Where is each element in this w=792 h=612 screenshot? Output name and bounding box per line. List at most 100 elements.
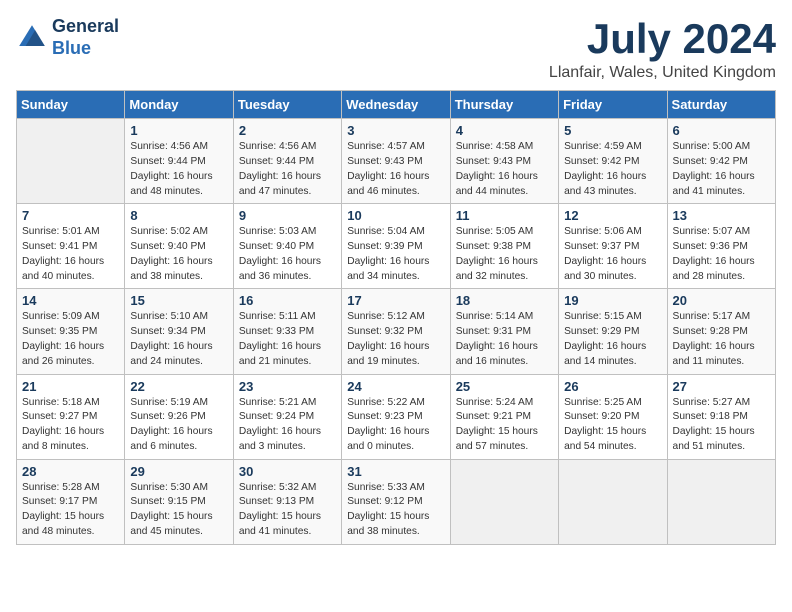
- calendar-day-cell: 3 Sunrise: 4:57 AMSunset: 9:43 PMDaylight…: [342, 119, 450, 204]
- day-number: 18: [456, 293, 553, 308]
- weekday-header: Thursday: [450, 91, 558, 119]
- day-number: 24: [347, 379, 444, 394]
- day-number: 8: [130, 208, 227, 223]
- calendar-day-cell: 18 Sunrise: 5:14 AMSunset: 9:31 PMDayligh…: [450, 289, 558, 374]
- calendar-week-row: 1Sunrise: 4:56 AMSunset: 9:44 PMDaylight…: [17, 119, 776, 204]
- calendar-day-cell: 10 Sunrise: 5:04 AMSunset: 9:39 PMDayligh…: [342, 204, 450, 289]
- day-number: 20: [673, 293, 770, 308]
- calendar-day-cell: 29Sunrise: 5:30 AMSunset: 9:15 PMDayligh…: [125, 459, 233, 544]
- day-number: 28: [22, 464, 119, 479]
- day-info: Sunrise: 5:17 AMSunset: 9:28 PMDaylight:…: [673, 310, 770, 369]
- logo-icon: [16, 22, 48, 54]
- calendar-day-cell: 27Sunrise: 5:27 AMSunset: 9:18 PMDayligh…: [667, 374, 775, 459]
- calendar-day-cell: 11 Sunrise: 5:05 AMSunset: 9:38 PMDayligh…: [450, 204, 558, 289]
- calendar-day-cell: 23 Sunrise: 5:21 AMSunset: 9:24 PMDayligh…: [233, 374, 341, 459]
- day-number: 23: [239, 379, 336, 394]
- calendar-day-cell: [450, 459, 558, 544]
- calendar-day-cell: 20 Sunrise: 5:17 AMSunset: 9:28 PMDayligh…: [667, 289, 775, 374]
- day-number: 5: [564, 123, 661, 138]
- day-number: 13: [673, 208, 770, 223]
- day-info: Sunrise: 5:06 AMSunset: 9:37 PMDaylight:…: [564, 225, 661, 284]
- day-info: Sunrise: 5:14 AMSunset: 9:31 PMDaylight:…: [456, 310, 553, 369]
- day-number: 12: [564, 208, 661, 223]
- day-info: Sunrise: 5:05 AMSunset: 9:38 PMDaylight:…: [456, 225, 553, 284]
- day-number: 31: [347, 464, 444, 479]
- weekday-header: Monday: [125, 91, 233, 119]
- day-info: Sunrise: 5:11 AMSunset: 9:33 PMDaylight:…: [239, 310, 336, 369]
- day-number: 19: [564, 293, 661, 308]
- day-number: 4: [456, 123, 553, 138]
- day-info: Sunrise: 4:57 AMSunset: 9:43 PMDaylight:…: [347, 140, 444, 199]
- day-number: 7: [22, 208, 119, 223]
- day-info: Sunrise: 5:01 AMSunset: 9:41 PMDaylight:…: [22, 225, 119, 284]
- day-info: Sunrise: 4:56 AMSunset: 9:44 PMDaylight:…: [130, 140, 227, 199]
- calendar-day-cell: 1Sunrise: 4:56 AMSunset: 9:44 PMDaylight…: [125, 119, 233, 204]
- day-info: Sunrise: 4:58 AMSunset: 9:43 PMDaylight:…: [456, 140, 553, 199]
- calendar-table: SundayMondayTuesdayWednesdayThursdayFrid…: [16, 90, 776, 545]
- weekday-header: Sunday: [17, 91, 125, 119]
- logo-line1: General: [52, 16, 119, 38]
- calendar-week-row: 14Sunrise: 5:09 AMSunset: 9:35 PMDayligh…: [17, 289, 776, 374]
- calendar-day-cell: 15Sunrise: 5:10 AMSunset: 9:34 PMDayligh…: [125, 289, 233, 374]
- day-info: Sunrise: 4:59 AMSunset: 9:42 PMDaylight:…: [564, 140, 661, 199]
- day-info: Sunrise: 5:10 AMSunset: 9:34 PMDaylight:…: [130, 310, 227, 369]
- day-info: Sunrise: 5:30 AMSunset: 9:15 PMDaylight:…: [130, 481, 227, 540]
- weekday-header: Wednesday: [342, 91, 450, 119]
- day-info: Sunrise: 5:03 AMSunset: 9:40 PMDaylight:…: [239, 225, 336, 284]
- day-info: Sunrise: 5:19 AMSunset: 9:26 PMDaylight:…: [130, 396, 227, 455]
- day-info: Sunrise: 5:15 AMSunset: 9:29 PMDaylight:…: [564, 310, 661, 369]
- calendar-header-row: SundayMondayTuesdayWednesdayThursdayFrid…: [17, 91, 776, 119]
- calendar-day-cell: [667, 459, 775, 544]
- calendar-day-cell: 24 Sunrise: 5:22 AMSunset: 9:23 PMDayligh…: [342, 374, 450, 459]
- calendar-day-cell: 16Sunrise: 5:11 AMSunset: 9:33 PMDayligh…: [233, 289, 341, 374]
- day-number: 17: [347, 293, 444, 308]
- day-number: 14: [22, 293, 119, 308]
- calendar-day-cell: 30Sunrise: 5:32 AMSunset: 9:13 PMDayligh…: [233, 459, 341, 544]
- day-info: Sunrise: 5:07 AMSunset: 9:36 PMDaylight:…: [673, 225, 770, 284]
- logo-text: General Blue: [52, 16, 119, 59]
- location: Llanfair, Wales, United Kingdom: [549, 64, 776, 82]
- calendar-day-cell: 9 Sunrise: 5:03 AMSunset: 9:40 PMDaylight…: [233, 204, 341, 289]
- day-number: 9: [239, 208, 336, 223]
- calendar-day-cell: 26 Sunrise: 5:25 AMSunset: 9:20 PMDayligh…: [559, 374, 667, 459]
- day-info: Sunrise: 5:24 AMSunset: 9:21 PMDaylight:…: [456, 396, 553, 455]
- day-info: Sunrise: 5:02 AMSunset: 9:40 PMDaylight:…: [130, 225, 227, 284]
- day-number: 25: [456, 379, 553, 394]
- day-number: 10: [347, 208, 444, 223]
- logo: General Blue: [16, 16, 119, 59]
- weekday-header: Saturday: [667, 91, 775, 119]
- calendar-day-cell: 6 Sunrise: 5:00 AMSunset: 9:42 PMDaylight…: [667, 119, 775, 204]
- calendar-day-cell: 2Sunrise: 4:56 AMSunset: 9:44 PMDaylight…: [233, 119, 341, 204]
- calendar-day-cell: 31 Sunrise: 5:33 AMSunset: 9:12 PMDayligh…: [342, 459, 450, 544]
- day-info: Sunrise: 5:25 AMSunset: 9:20 PMDaylight:…: [564, 396, 661, 455]
- calendar-day-cell: 28Sunrise: 5:28 AMSunset: 9:17 PMDayligh…: [17, 459, 125, 544]
- day-info: Sunrise: 5:04 AMSunset: 9:39 PMDaylight:…: [347, 225, 444, 284]
- day-number: 26: [564, 379, 661, 394]
- day-info: Sunrise: 5:00 AMSunset: 9:42 PMDaylight:…: [673, 140, 770, 199]
- calendar-day-cell: 4 Sunrise: 4:58 AMSunset: 9:43 PMDaylight…: [450, 119, 558, 204]
- day-info: Sunrise: 5:33 AMSunset: 9:12 PMDaylight:…: [347, 481, 444, 540]
- weekday-header: Tuesday: [233, 91, 341, 119]
- calendar-week-row: 7 Sunrise: 5:01 AMSunset: 9:41 PMDaylight…: [17, 204, 776, 289]
- calendar-day-cell: 7 Sunrise: 5:01 AMSunset: 9:41 PMDaylight…: [17, 204, 125, 289]
- title-block: July 2024 Llanfair, Wales, United Kingdo…: [549, 16, 776, 82]
- day-number: 11: [456, 208, 553, 223]
- page-header: General Blue July 2024 Llanfair, Wales, …: [16, 16, 776, 82]
- weekday-header: Friday: [559, 91, 667, 119]
- day-info: Sunrise: 5:22 AMSunset: 9:23 PMDaylight:…: [347, 396, 444, 455]
- day-info: Sunrise: 4:56 AMSunset: 9:44 PMDaylight:…: [239, 140, 336, 199]
- day-info: Sunrise: 5:12 AMSunset: 9:32 PMDaylight:…: [347, 310, 444, 369]
- day-number: 21: [22, 379, 119, 394]
- day-number: 3: [347, 123, 444, 138]
- calendar-day-cell: [559, 459, 667, 544]
- calendar-day-cell: [17, 119, 125, 204]
- calendar-week-row: 21 Sunrise: 5:18 AMSunset: 9:27 PMDayligh…: [17, 374, 776, 459]
- calendar-day-cell: 25 Sunrise: 5:24 AMSunset: 9:21 PMDayligh…: [450, 374, 558, 459]
- day-info: Sunrise: 5:21 AMSunset: 9:24 PMDaylight:…: [239, 396, 336, 455]
- calendar-week-row: 28Sunrise: 5:28 AMSunset: 9:17 PMDayligh…: [17, 459, 776, 544]
- day-number: 6: [673, 123, 770, 138]
- calendar-day-cell: 14Sunrise: 5:09 AMSunset: 9:35 PMDayligh…: [17, 289, 125, 374]
- day-info: Sunrise: 5:18 AMSunset: 9:27 PMDaylight:…: [22, 396, 119, 455]
- calendar-day-cell: 13 Sunrise: 5:07 AMSunset: 9:36 PMDayligh…: [667, 204, 775, 289]
- calendar-day-cell: 22Sunrise: 5:19 AMSunset: 9:26 PMDayligh…: [125, 374, 233, 459]
